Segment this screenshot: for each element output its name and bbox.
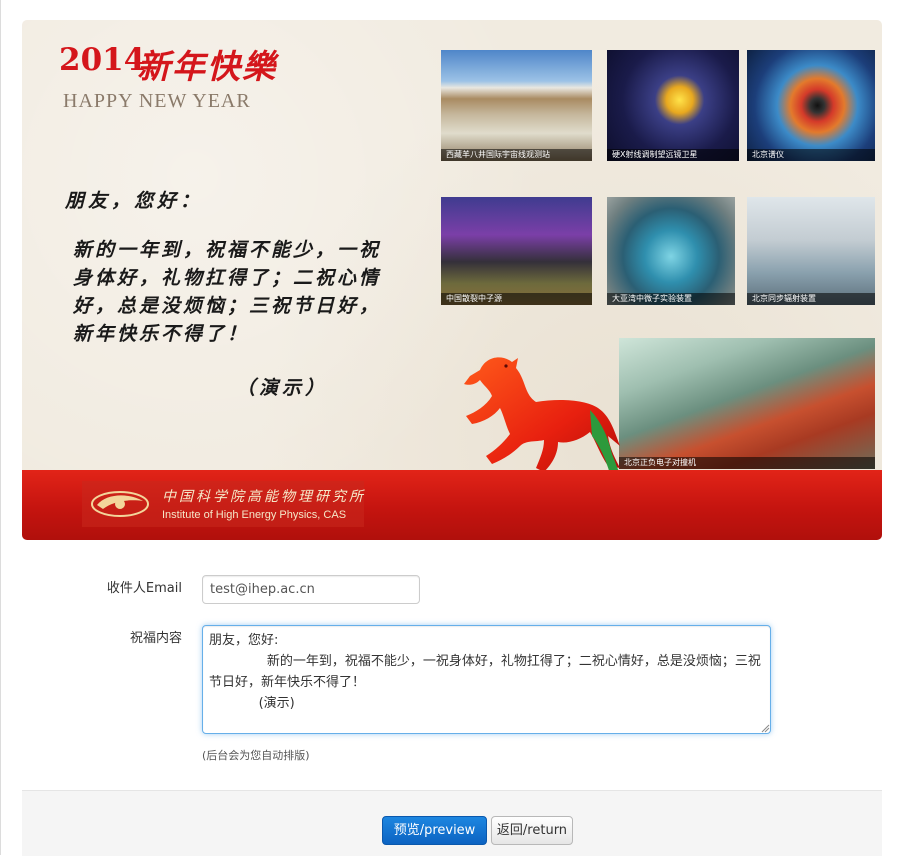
institute-name-en: Institute of High Energy Physics, CAS [162,509,347,521]
return-button[interactable]: 返回/return [491,816,573,845]
photo-hxmt-satellite: 硬X射线调制望远镜卫星 [607,50,739,161]
institute-name-cn: 中国科学院高能物理研究所 [162,489,366,505]
photo-caption: 北京正负电子对撞机 [619,457,875,469]
greeting-content-textarea[interactable]: 朋友，您好: 新的一年到，祝福不能少，一祝身体好，礼物扛得了；二祝心情好，总是没… [202,625,771,734]
card-signature: （演示） [236,377,329,399]
photo-cosmic-ray-observatory: 西藏羊八井国际宇宙线观测站 [441,50,592,161]
greeting-card-image: 2014 新年快樂 HAPPY NEW YEAR 朋友，您好： 新的一年到，祝福… [22,20,882,540]
institute-logo-icon [91,491,149,517]
photo-daya-bay-neutrino: 大亚湾中微子实验装置 [607,197,735,305]
card-title-cn: 新年快樂 [137,47,277,86]
page-left-border [0,0,1,855]
auto-format-hint: (后台会为您自动排版) [202,749,310,762]
preview-button[interactable]: 预览/preview [382,816,487,845]
recipient-email-input[interactable] [202,575,420,604]
horse-icon [464,357,620,474]
photo-caption: 北京同步辐射装置 [747,293,875,305]
photo-bes-spectrometer: 北京谱仪 [747,50,875,161]
photo-caption: 西藏羊八井国际宇宙线观测站 [441,149,592,161]
content-label: 祝福内容 [129,631,182,646]
photo-caption: 中国散裂中子源 [441,293,592,305]
photo-synchrotron-radiation: 北京同步辐射装置 [747,197,875,305]
photo-caption: 北京谱仪 [747,149,875,161]
email-label: 收件人Email [106,581,182,596]
card-greeting: 朋友，您好： [65,190,204,212]
card-message-body: 新的一年到，祝福不能少，一祝身体好，礼物扛得了；二祝心情好，总是没烦恼；三祝节日… [73,239,382,345]
photo-spallation-neutron-source: 中国散裂中子源 [441,197,592,305]
card-year: 2014 [59,42,146,78]
card-title-en: HAPPY NEW YEAR [63,90,251,112]
photo-electron-positron-collider: 北京正负电子对撞机 [619,338,875,469]
resize-grip-icon[interactable] [761,724,770,733]
photo-caption: 大亚湾中微子实验装置 [607,293,735,305]
photo-caption: 硬X射线调制望远镜卫星 [607,149,739,161]
